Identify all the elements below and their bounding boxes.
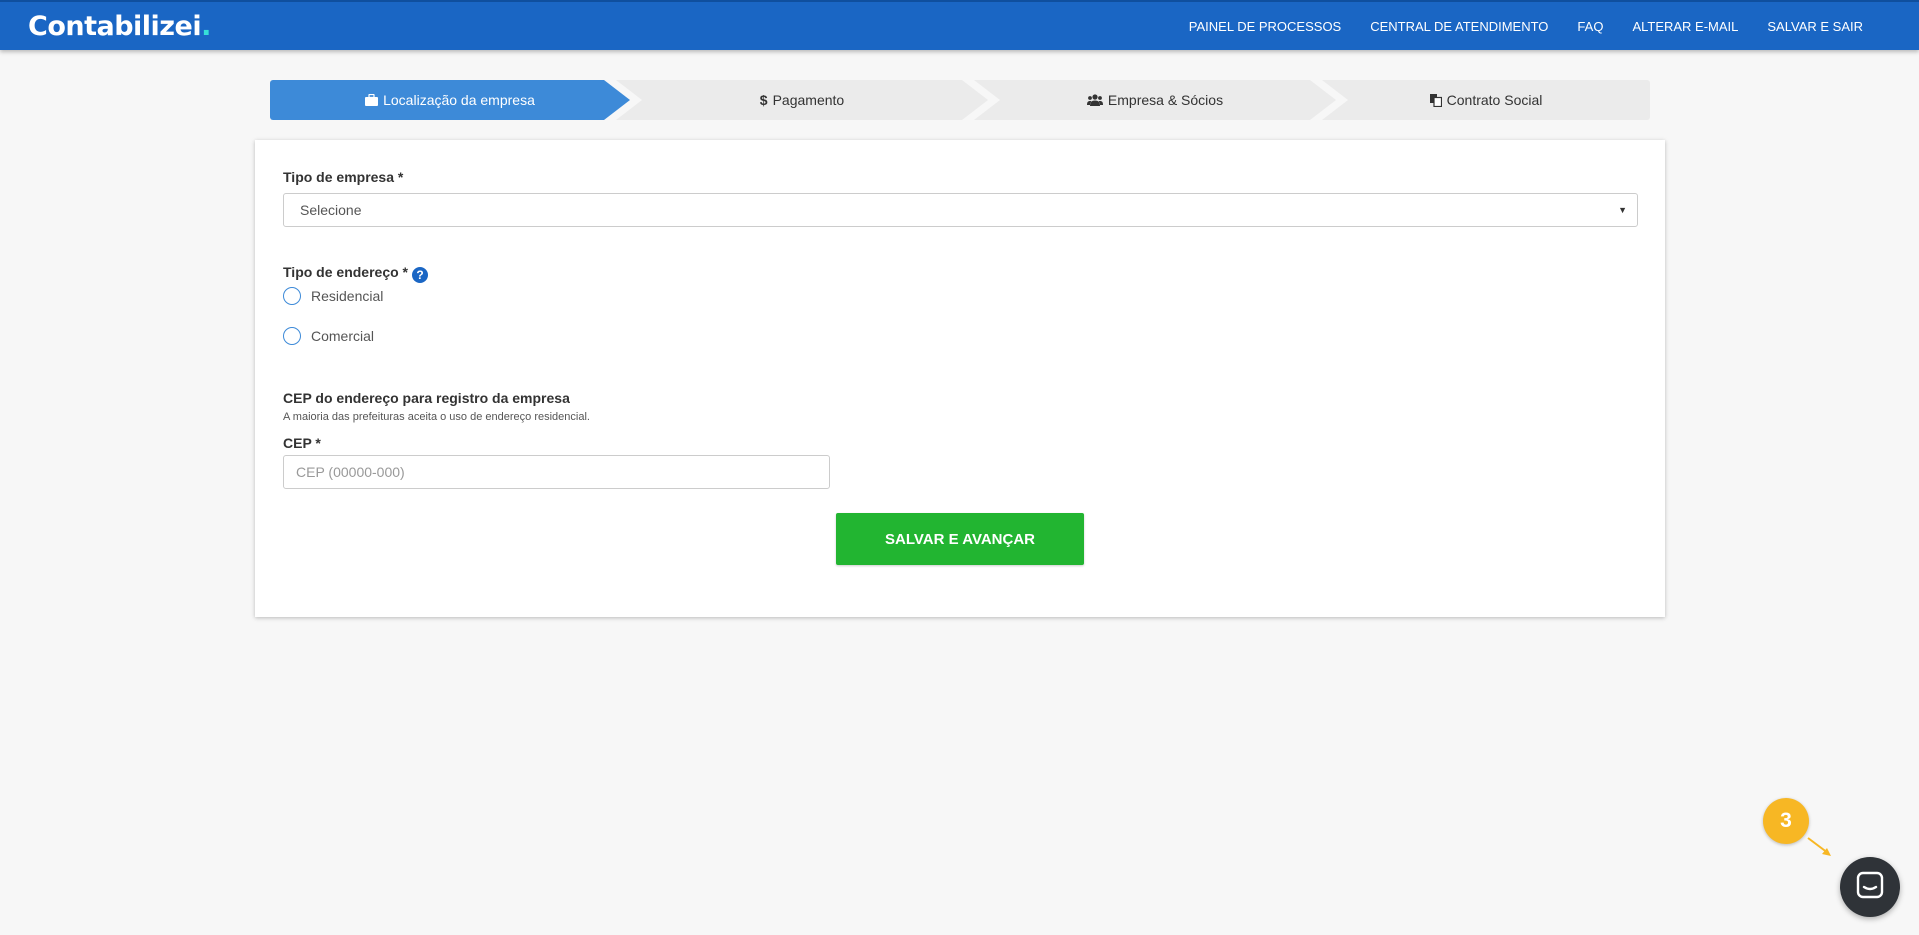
help-icon[interactable]: ? xyxy=(412,267,428,283)
nav-item-alterar-email[interactable]: ALTERAR E-MAIL xyxy=(1632,19,1738,34)
documents-icon xyxy=(1429,93,1442,107)
top-navbar: Contabilizei. PAINEL DE PROCESSOS CENTRA… xyxy=(0,0,1919,50)
wizard-steps: Localização da empresa $ Pagamento Empre… xyxy=(270,80,1650,120)
step-label: Empresa & Sócios xyxy=(1107,92,1224,108)
cep-section-title: CEP do endereço para registro da empresa xyxy=(283,390,570,406)
radio-circle[interactable] xyxy=(283,287,301,305)
step-label: Pagamento xyxy=(772,92,845,108)
cep-label: CEP * xyxy=(283,435,321,451)
dollar-icon: $ xyxy=(759,92,768,108)
nav-item-faq[interactable]: FAQ xyxy=(1577,19,1603,34)
brand-dot: . xyxy=(201,11,211,42)
radio-residencial[interactable]: Residencial xyxy=(283,287,383,305)
step-localizacao[interactable]: Localização da empresa xyxy=(270,80,630,120)
arrow-icon xyxy=(1807,837,1831,856)
step-empresa-socios[interactable]: Empresa & Sócios xyxy=(974,80,1336,120)
brand-logo[interactable]: Contabilizei. xyxy=(28,11,211,42)
radio-label: Comercial xyxy=(311,328,375,344)
radio-circle[interactable] xyxy=(283,327,301,345)
users-icon xyxy=(1086,94,1103,106)
nav-item-painel-de-processos[interactable]: PAINEL DE PROCESSOS xyxy=(1189,19,1341,34)
step-pagamento[interactable]: $ Pagamento xyxy=(616,80,988,120)
nav-item-salvar-e-sair[interactable]: SALVAR E SAIR xyxy=(1767,19,1863,34)
step-label: Localização da empresa xyxy=(383,92,535,108)
briefcase-icon xyxy=(365,94,379,106)
chat-launcher-button[interactable] xyxy=(1840,857,1900,917)
step-contrato-social[interactable]: Contrato Social xyxy=(1322,80,1650,120)
save-and-advance-button[interactable]: SALVAR E AVANÇAR xyxy=(836,513,1084,565)
caret-down-icon: ▼ xyxy=(1618,205,1627,215)
brand-name: Contabilizei xyxy=(28,11,202,42)
address-type-label-text: Tipo de endereço * xyxy=(283,264,408,280)
nav-links: PAINEL DE PROCESSOS CENTRAL DE ATENDIMEN… xyxy=(1189,2,1863,50)
company-type-select[interactable]: Selecione ▼ xyxy=(283,193,1638,227)
step-label: Contrato Social xyxy=(1446,92,1543,108)
radio-label: Residencial xyxy=(311,288,384,304)
nav-item-central-de-atendimento[interactable]: CENTRAL DE ATENDIMENTO xyxy=(1370,19,1548,34)
radio-comercial[interactable]: Comercial xyxy=(283,327,374,345)
address-type-label: Tipo de endereço *? xyxy=(283,264,428,283)
company-type-selected: Selecione xyxy=(300,202,362,218)
company-type-label: Tipo de empresa * xyxy=(283,169,404,185)
form-card: Tipo de empresa * Selecione ▼ Tipo de en… xyxy=(255,140,1665,617)
chat-icon xyxy=(1856,871,1884,904)
cep-input[interactable] xyxy=(283,455,830,489)
notification-badge[interactable]: 3 xyxy=(1763,798,1809,844)
cep-hint: A maioria das prefeituras aceita o uso d… xyxy=(283,411,590,423)
